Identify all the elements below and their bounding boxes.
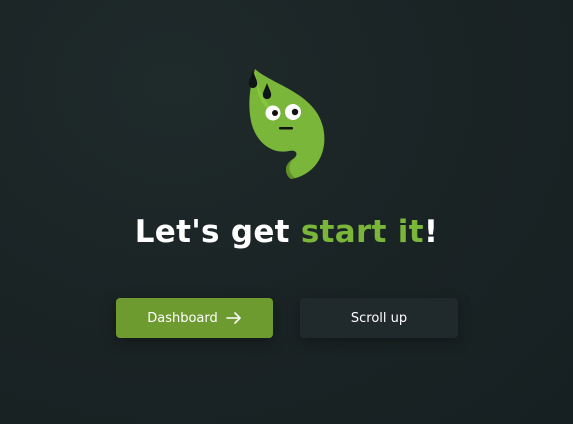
landing-page: Let's get start it! Dashboard Scroll up — [0, 0, 573, 424]
headline-accent: start it — [300, 214, 424, 250]
sweating-leaf-mascot-icon — [248, 69, 325, 179]
dashboard-button-label: Dashboard — [147, 310, 218, 326]
page-title: Let's get start it! — [0, 214, 573, 250]
dashboard-button[interactable]: Dashboard — [116, 298, 273, 338]
scroll-up-button-label: Scroll up — [350, 310, 408, 326]
headline-prefix: Let's get — [134, 214, 301, 250]
scroll-up-button[interactable]: Scroll up — [300, 298, 458, 338]
arrow-right-icon — [225, 312, 241, 324]
headline-suffix: ! — [423, 214, 439, 250]
